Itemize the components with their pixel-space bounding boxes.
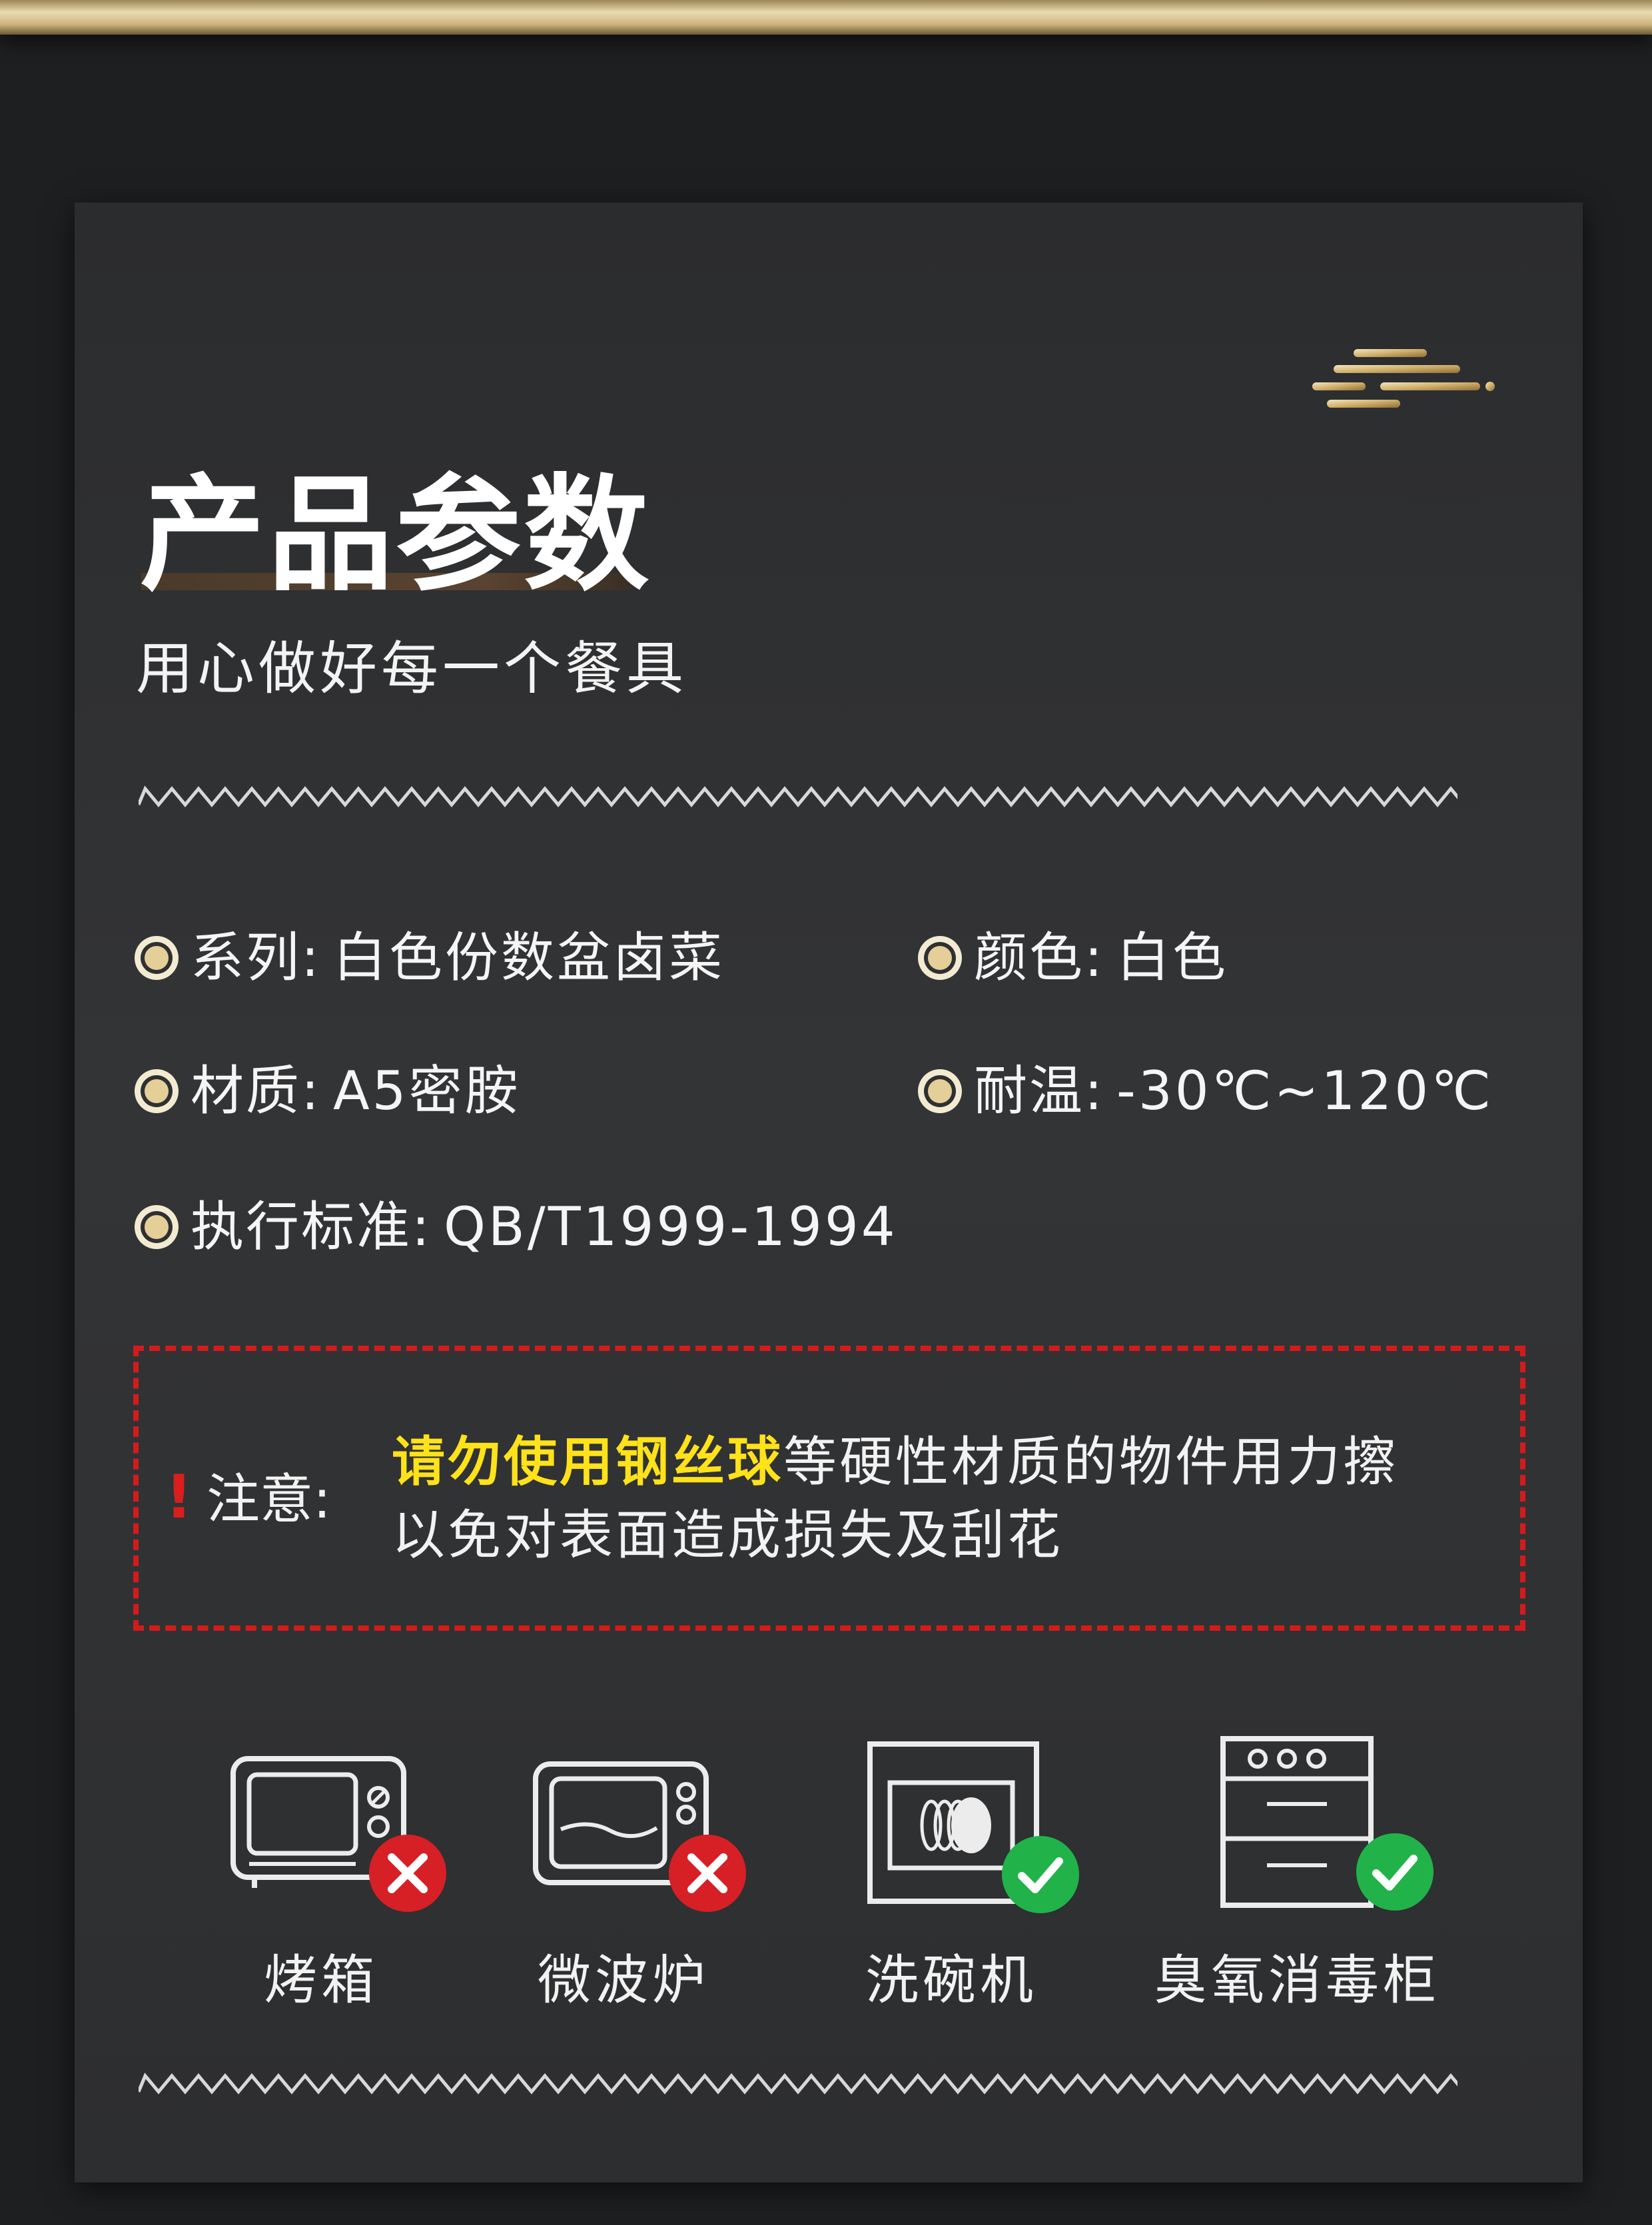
spec-material-value: A5密胺 bbox=[332, 1060, 521, 1122]
spec-series-value: 白色份数盆卤菜 bbox=[332, 927, 725, 989]
spec-color-label: 颜色: bbox=[974, 927, 1104, 989]
spec-material-label: 材质: bbox=[191, 1060, 321, 1122]
spec-material: 材质: A5密胺 bbox=[132, 1051, 521, 1131]
notice-line-1: 请勿使用钢丝球等硬性材质的物件用力擦 bbox=[392, 1426, 1511, 1499]
appliance-dishwasher-label: 洗碗机 bbox=[865, 1949, 1037, 2011]
spec-color: 颜色: 白色 bbox=[915, 918, 1228, 998]
spec-temperature-label: 耐温: bbox=[974, 1060, 1104, 1122]
notice-box: ! 注意: 请勿使用钢丝球等硬性材质的物件用力擦 以免对表面造成损失及刮花 bbox=[133, 1346, 1525, 1631]
spec-standard: 执行标准: QB/T1999-1994 bbox=[132, 1187, 898, 1267]
appliance-oven-label: 烤箱 bbox=[264, 1949, 378, 2011]
check-mark-icon bbox=[1002, 1836, 1079, 1913]
appliance-dishwasher: 洗碗机 bbox=[831, 1735, 1079, 2017]
exclamation-icon: ! bbox=[165, 1462, 193, 1532]
check-mark-icon bbox=[1356, 1833, 1434, 1911]
bullet-icon bbox=[918, 1069, 962, 1113]
page-subtitle: 用心做好每一个餐具 bbox=[136, 636, 687, 702]
spec-temperature-value: -30℃~120℃ bbox=[1116, 1060, 1494, 1122]
spec-series-label: 系列: bbox=[191, 927, 321, 989]
appliance-disinfection-cabinet-label: 臭氧消毒柜 bbox=[1154, 1949, 1440, 2011]
wave-divider-bottom bbox=[139, 2072, 1457, 2094]
cross-mark-icon bbox=[369, 1835, 446, 1912]
bullet-icon bbox=[135, 1205, 179, 1249]
spec-standard-value: QB/T1999-1994 bbox=[443, 1196, 898, 1258]
spec-temperature: 耐温: -30℃~120℃ bbox=[915, 1051, 1493, 1131]
notice-highlight: 请勿使用钢丝球 bbox=[392, 1431, 783, 1493]
wave-divider-top bbox=[139, 785, 1457, 807]
spec-card: 产品参数 用心做好每一个餐具 系列: 白色份数盆卤菜 颜色: 白色 材质: A5… bbox=[75, 203, 1583, 2182]
bullet-icon bbox=[135, 936, 179, 980]
bullet-icon bbox=[135, 1069, 179, 1113]
appliance-microwave: 微波炉 bbox=[504, 1745, 746, 2017]
appliance-oven: 烤箱 bbox=[201, 1745, 446, 2017]
spec-series: 系列: 白色份数盆卤菜 bbox=[132, 918, 725, 998]
spec-standard-label: 执行标准: bbox=[191, 1196, 432, 1258]
cross-mark-icon bbox=[669, 1835, 746, 1912]
appliance-microwave-label: 微波炉 bbox=[538, 1949, 709, 2011]
notice-label: 注意: bbox=[206, 1468, 331, 1530]
notice-line-2: 以免对表面造成损失及刮花 bbox=[392, 1504, 1063, 1566]
page-title: 产品参数 bbox=[140, 462, 651, 608]
bullet-icon bbox=[918, 936, 962, 980]
top-gold-bar bbox=[0, 0, 1652, 35]
notice-line-1-rest: 等硬性材质的物件用力擦 bbox=[783, 1431, 1399, 1493]
spec-color-value: 白色 bbox=[1116, 927, 1228, 989]
notice-text: 请勿使用钢丝球等硬性材质的物件用力擦 以免对表面造成损失及刮花 bbox=[392, 1426, 1511, 1572]
cloud-ornament-icon bbox=[1312, 349, 1495, 408]
appliance-disinfection-cabinet: 臭氧消毒柜 bbox=[1154, 1732, 1440, 2017]
